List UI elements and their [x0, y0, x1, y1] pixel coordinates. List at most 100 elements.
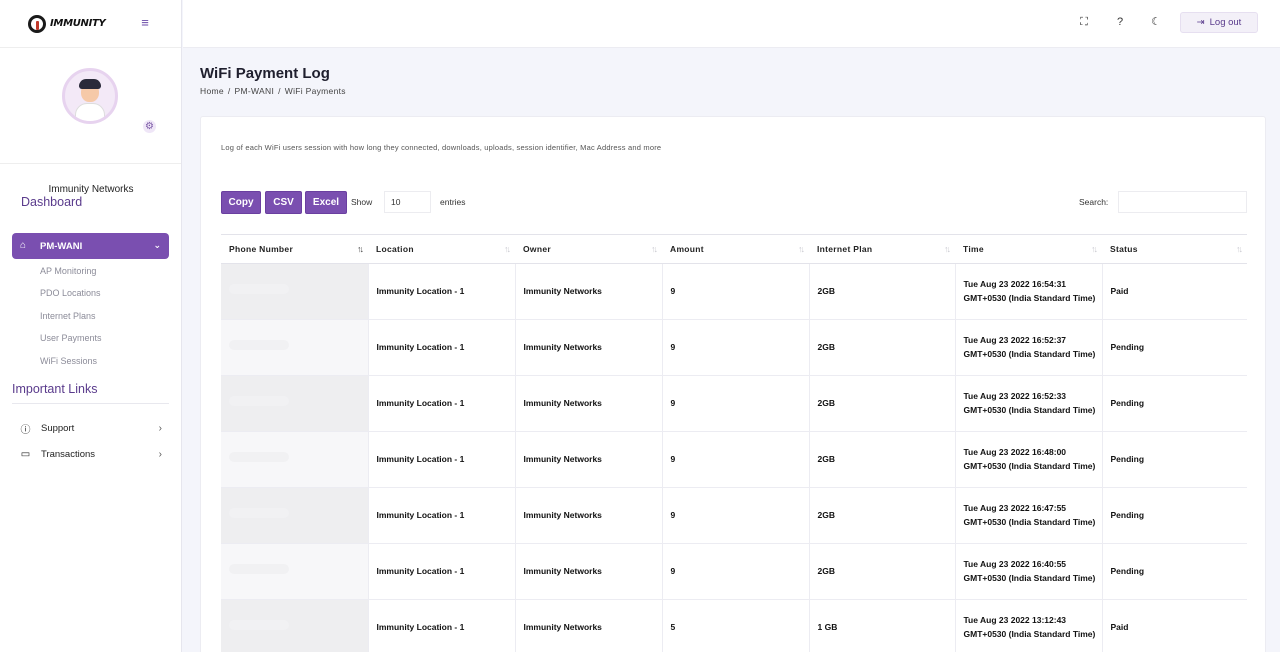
sidebar-item-pdo-locations[interactable]: PDO Locations: [40, 288, 101, 298]
status-cell: Pending: [1102, 543, 1247, 600]
profile-panel: ⚙ Immunity Networks: [0, 48, 181, 195]
chevron-right-icon: ›: [158, 423, 162, 434]
avatar[interactable]: [62, 68, 118, 124]
home-icon: ⌂: [20, 240, 27, 251]
table-row[interactable]: Immunity Location - 1 Immunity Networks 5 1…: [221, 599, 1247, 652]
phone-number-cell: [221, 319, 369, 376]
help-icon[interactable]: ?: [1113, 15, 1127, 29]
column-status[interactable]: Status ↑↓: [1102, 234, 1247, 264]
column-location[interactable]: Location ↑↓: [368, 234, 515, 264]
card-icon: ▭: [20, 449, 31, 460]
amount-cell: 9: [662, 319, 810, 376]
breadcrumb-pm-wani[interactable]: PM-WANI: [235, 86, 275, 96]
table-row[interactable]: Immunity Location - 1 Immunity Networks 9 2…: [221, 487, 1247, 544]
copy-button[interactable]: Copy: [221, 191, 261, 214]
plan-cell: 2GB: [809, 543, 956, 600]
amount-cell: 9: [662, 487, 810, 544]
sort-icon: ↑↓: [944, 244, 951, 254]
breadcrumb-home[interactable]: Home: [200, 86, 224, 96]
table-row[interactable]: Immunity Location - 1 Immunity Networks 9 2…: [221, 375, 1247, 432]
table-row[interactable]: Immunity Location - 1 Immunity Networks 9 2…: [221, 431, 1247, 488]
status-cell: Paid: [1102, 599, 1247, 652]
brand-logo[interactable]: IMMUNITY: [28, 14, 106, 33]
profile-name: Immunity Networks: [48, 184, 134, 195]
table-header-row: Phone Number ↑↓ Location ↑↓ Owner ↑↓ Amount…: [221, 234, 1247, 264]
sidebar-link-support[interactable]: ⓘ Support ›: [20, 421, 163, 436]
amount-cell: 9: [662, 375, 810, 432]
divider: [12, 403, 169, 404]
column-phone-number[interactable]: Phone Number ↑↓: [221, 234, 368, 264]
chevron-down-icon: ⌄: [153, 240, 161, 250]
status-cell: Pending: [1102, 431, 1247, 488]
location-cell: Immunity Location - 1: [368, 543, 516, 600]
redacted-phone: [229, 284, 289, 295]
location-cell: Immunity Location - 1: [368, 319, 516, 376]
dark-mode-icon[interactable]: ☾: [1149, 15, 1163, 29]
breadcrumb-current: WiFi Payments: [284, 86, 346, 96]
phone-number-cell: [221, 375, 369, 432]
amount-cell: 9: [662, 431, 810, 488]
menu-toggle-icon[interactable]: ≡: [138, 16, 152, 30]
location-cell: Immunity Location - 1: [368, 599, 516, 652]
sidebar-link-transactions[interactable]: ▭ Transactions ›: [20, 449, 162, 460]
redacted-phone: [229, 340, 289, 351]
phone-number-cell: [221, 543, 369, 600]
redacted-phone: [229, 452, 289, 463]
status-cell: Pending: [1102, 487, 1247, 544]
plan-cell: 2GB: [809, 487, 956, 544]
owner-cell: Immunity Networks: [515, 263, 663, 320]
table-row[interactable]: Immunity Location - 1 Immunity Networks 9 2…: [221, 263, 1247, 320]
plan-cell: 1 GB: [809, 599, 956, 652]
owner-cell: Immunity Networks: [515, 319, 663, 376]
sort-icon: ↑↓: [798, 244, 805, 254]
column-owner[interactable]: Owner ↑↓: [515, 234, 662, 264]
chevron-right-icon: ›: [158, 449, 162, 460]
location-cell: Immunity Location - 1: [368, 487, 516, 544]
time-cell: Tue Aug 23 2022 16:48:00 GMT+0530 (India…: [955, 431, 1103, 488]
sidebar-item-ap-monitoring[interactable]: AP Monitoring: [40, 266, 96, 276]
nav-dashboard[interactable]: Dashboard: [21, 195, 82, 209]
important-links-heading: Important Links: [12, 382, 98, 396]
table-body: Immunity Location - 1 Immunity Networks 9 2…: [221, 263, 1247, 652]
redacted-phone: [229, 564, 289, 575]
page-title: WiFi Payment Log: [200, 65, 330, 82]
time-cell: Tue Aug 23 2022 16:54:31 GMT+0530 (India…: [955, 263, 1103, 320]
settings-gear-icon[interactable]: ⚙: [143, 120, 156, 133]
plan-cell: 2GB: [809, 263, 956, 320]
time-cell: Tue Aug 23 2022 16:52:33 GMT+0530 (India…: [955, 375, 1103, 432]
status-cell: Pending: [1102, 319, 1247, 376]
redacted-phone: [229, 396, 289, 407]
excel-button[interactable]: Excel: [305, 191, 347, 214]
redacted-phone: [229, 620, 289, 631]
column-time[interactable]: Time ↑↓: [955, 234, 1102, 264]
owner-cell: Immunity Networks: [515, 543, 663, 600]
phone-number-cell: [221, 263, 369, 320]
time-cell: Tue Aug 23 2022 16:40:55 GMT+0530 (India…: [955, 543, 1103, 600]
sidebar: IMMUNITY ≡ ⚙ Immunity Networks Dashboard…: [0, 0, 182, 652]
logo-bar: IMMUNITY: [0, 0, 181, 48]
table-row[interactable]: Immunity Location - 1 Immunity Networks 9 2…: [221, 319, 1247, 376]
nav-pm-wani[interactable]: ⌂ PM-WANI ⌄: [12, 233, 169, 259]
plan-cell: 2GB: [809, 375, 956, 432]
column-amount[interactable]: Amount ↑↓: [662, 234, 809, 264]
table-row[interactable]: Immunity Location - 1 Immunity Networks 9 2…: [221, 543, 1247, 600]
time-cell: Tue Aug 23 2022 13:12:43 GMT+0530 (India…: [955, 599, 1103, 652]
amount-cell: 9: [662, 263, 810, 320]
plan-cell: 2GB: [809, 431, 956, 488]
csv-button[interactable]: CSV: [265, 191, 302, 214]
fullscreen-icon[interactable]: ⛶: [1077, 15, 1091, 29]
sidebar-item-internet-plans[interactable]: Internet Plans: [40, 311, 96, 321]
sidebar-item-wifi-sessions[interactable]: WiFi Sessions: [40, 356, 97, 366]
sidebar-item-user-payments[interactable]: User Payments: [40, 333, 102, 343]
sort-icon: ↑↓: [651, 244, 658, 254]
entries-select[interactable]: 10: [384, 191, 431, 213]
show-label: Show: [351, 197, 373, 207]
search-input[interactable]: [1118, 191, 1247, 213]
status-cell: Pending: [1102, 375, 1247, 432]
column-internet-plan[interactable]: Internet Plan ↑↓: [809, 234, 955, 264]
logout-button[interactable]: ⇥ Log out: [1180, 12, 1258, 33]
payments-table: Phone Number ↑↓ Location ↑↓ Owner ↑↓ Amount…: [221, 234, 1247, 652]
status-cell: Paid: [1102, 263, 1247, 320]
amount-cell: 5: [662, 599, 810, 652]
owner-cell: Immunity Networks: [515, 487, 663, 544]
